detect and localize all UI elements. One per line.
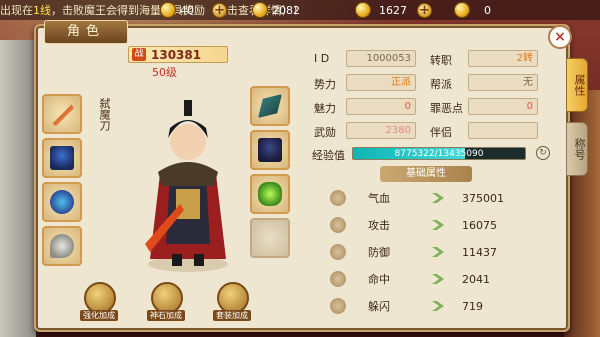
rebirth-label: 转职 bbox=[430, 54, 452, 67]
tab-attributes[interactable]: 属性 bbox=[566, 58, 588, 112]
equip-slot-helmet[interactable] bbox=[42, 138, 82, 178]
exp-bar: 8775322/13435090 bbox=[352, 147, 526, 160]
divine-stone-bonus-label: 神石加成 bbox=[147, 310, 185, 321]
stat-row-defense: 防御 11437 bbox=[324, 241, 544, 263]
exp-text: 8775322/13435090 bbox=[394, 149, 484, 159]
base-attributes-header: 基础属性 bbox=[380, 166, 472, 182]
arrow-icon bbox=[432, 301, 444, 311]
stat-row-attack: 攻击 16075 bbox=[324, 214, 544, 236]
id-value: 1000053 bbox=[346, 50, 416, 67]
weapon-name: 弑魔刀 bbox=[98, 98, 111, 131]
silver-icon bbox=[355, 2, 371, 18]
stat-name-hit: 命中 bbox=[368, 273, 390, 286]
partner-label: 伴侣 bbox=[430, 126, 452, 139]
bound-silver-value: 0 bbox=[484, 3, 491, 17]
stat-row-hit: 命中 2041 bbox=[324, 268, 544, 290]
attack-icon bbox=[330, 217, 346, 233]
guild-value: 无 bbox=[468, 74, 538, 91]
stat-row-dodge: 躲闪 719 bbox=[324, 295, 544, 317]
arrow-icon bbox=[432, 193, 444, 203]
currency-silver: 1627 + bbox=[355, 2, 432, 18]
armor-icon bbox=[258, 138, 282, 162]
background-left-scenery bbox=[0, 40, 36, 337]
charm-value: 0 bbox=[346, 98, 416, 115]
exp-info-icon[interactable]: ↻ bbox=[536, 146, 550, 160]
arrow-icon bbox=[432, 220, 444, 230]
panel-title: 角色 bbox=[44, 20, 128, 44]
power-tag: 战 bbox=[132, 48, 146, 61]
combat-power-badge: 战 130381 bbox=[128, 46, 228, 63]
stat-name-dodge: 躲闪 bbox=[368, 300, 390, 313]
jade-icon bbox=[50, 234, 74, 258]
silver-value: 1627 bbox=[379, 3, 407, 17]
hero-character[interactable] bbox=[140, 94, 236, 274]
ticker-line: 1线 bbox=[33, 4, 51, 17]
stat-value-defense: 11437 bbox=[462, 245, 497, 259]
evil-points-value: 0 bbox=[468, 98, 538, 115]
bound-silver-icon bbox=[454, 2, 470, 18]
ticker-part1: 出现在 bbox=[0, 4, 33, 17]
silver-add-button[interactable]: + bbox=[417, 2, 432, 18]
charm-label: 魅力 bbox=[314, 102, 336, 115]
currency-bound-silver: 0 bbox=[454, 2, 491, 18]
gold-add-button[interactable]: + bbox=[212, 2, 227, 18]
stat-name-hp: 气血 bbox=[368, 192, 390, 205]
top-bar: 出现在1线，击败魔王会得到海量道具奖励（点击查看详情）！ 40 + 2082 1… bbox=[0, 0, 600, 20]
bracelet-icon bbox=[258, 182, 282, 206]
evil-points-label: 罪恶点 bbox=[430, 102, 463, 115]
equip-slot-empty[interactable] bbox=[250, 218, 290, 258]
stat-name-defense: 防御 bbox=[368, 246, 390, 259]
helmet-icon bbox=[50, 146, 74, 170]
id-label: I D bbox=[314, 52, 330, 65]
equip-slot-bow[interactable] bbox=[250, 86, 290, 126]
gold-value: 40 bbox=[180, 3, 194, 17]
stat-value-hp: 375001 bbox=[462, 191, 504, 205]
equip-slot-charm[interactable] bbox=[42, 182, 82, 222]
exp-label: 经验值 bbox=[312, 149, 345, 162]
stat-row-hp: 气血 375001 bbox=[324, 187, 544, 209]
equip-slot-jade[interactable] bbox=[42, 226, 82, 266]
ingot-value: 2082 bbox=[272, 3, 300, 17]
character-area: 战 130381 50级 弑魔刀 强化加成 神石加成 套装加成 bbox=[40, 42, 298, 321]
rebirth-value: 2转 bbox=[468, 50, 538, 67]
hp-icon bbox=[330, 190, 346, 206]
sword-icon bbox=[52, 104, 74, 126]
gold-coin-icon bbox=[160, 2, 176, 18]
guild-label: 帮派 bbox=[430, 78, 452, 91]
stat-value-hit: 2041 bbox=[462, 272, 490, 286]
tab-titles[interactable]: 称号 bbox=[566, 122, 588, 176]
equip-slot-bracelet[interactable] bbox=[250, 174, 290, 214]
equip-slot-weapon[interactable] bbox=[42, 94, 82, 134]
set-bonus-label: 套装加成 bbox=[213, 310, 251, 321]
bow-icon bbox=[258, 94, 282, 118]
enhance-bonus-label: 强化加成 bbox=[80, 310, 118, 321]
martial-merit-value: 2380 bbox=[346, 122, 416, 139]
stat-value-attack: 16075 bbox=[462, 218, 497, 232]
faction-label: 势力 bbox=[314, 78, 336, 91]
faction-value: 正派 bbox=[346, 74, 416, 91]
defense-icon bbox=[330, 244, 346, 260]
hit-icon bbox=[330, 271, 346, 287]
partner-value bbox=[468, 122, 538, 139]
arrow-icon bbox=[432, 247, 444, 257]
stat-name-attack: 攻击 bbox=[368, 219, 390, 232]
close-button[interactable]: × bbox=[548, 25, 572, 49]
stat-value-dodge: 719 bbox=[462, 299, 483, 313]
character-level: 50级 bbox=[152, 66, 177, 79]
arrow-icon bbox=[432, 274, 444, 284]
currency-ingot: 2082 bbox=[252, 2, 300, 18]
martial-merit-label: 武勋 bbox=[314, 126, 336, 139]
ingot-icon bbox=[252, 2, 268, 18]
charm-icon bbox=[50, 190, 74, 214]
equip-slot-armor[interactable] bbox=[250, 130, 290, 170]
currency-gold: 40 + bbox=[160, 2, 227, 18]
combat-power-value: 130381 bbox=[151, 48, 202, 62]
dodge-icon bbox=[330, 298, 346, 314]
